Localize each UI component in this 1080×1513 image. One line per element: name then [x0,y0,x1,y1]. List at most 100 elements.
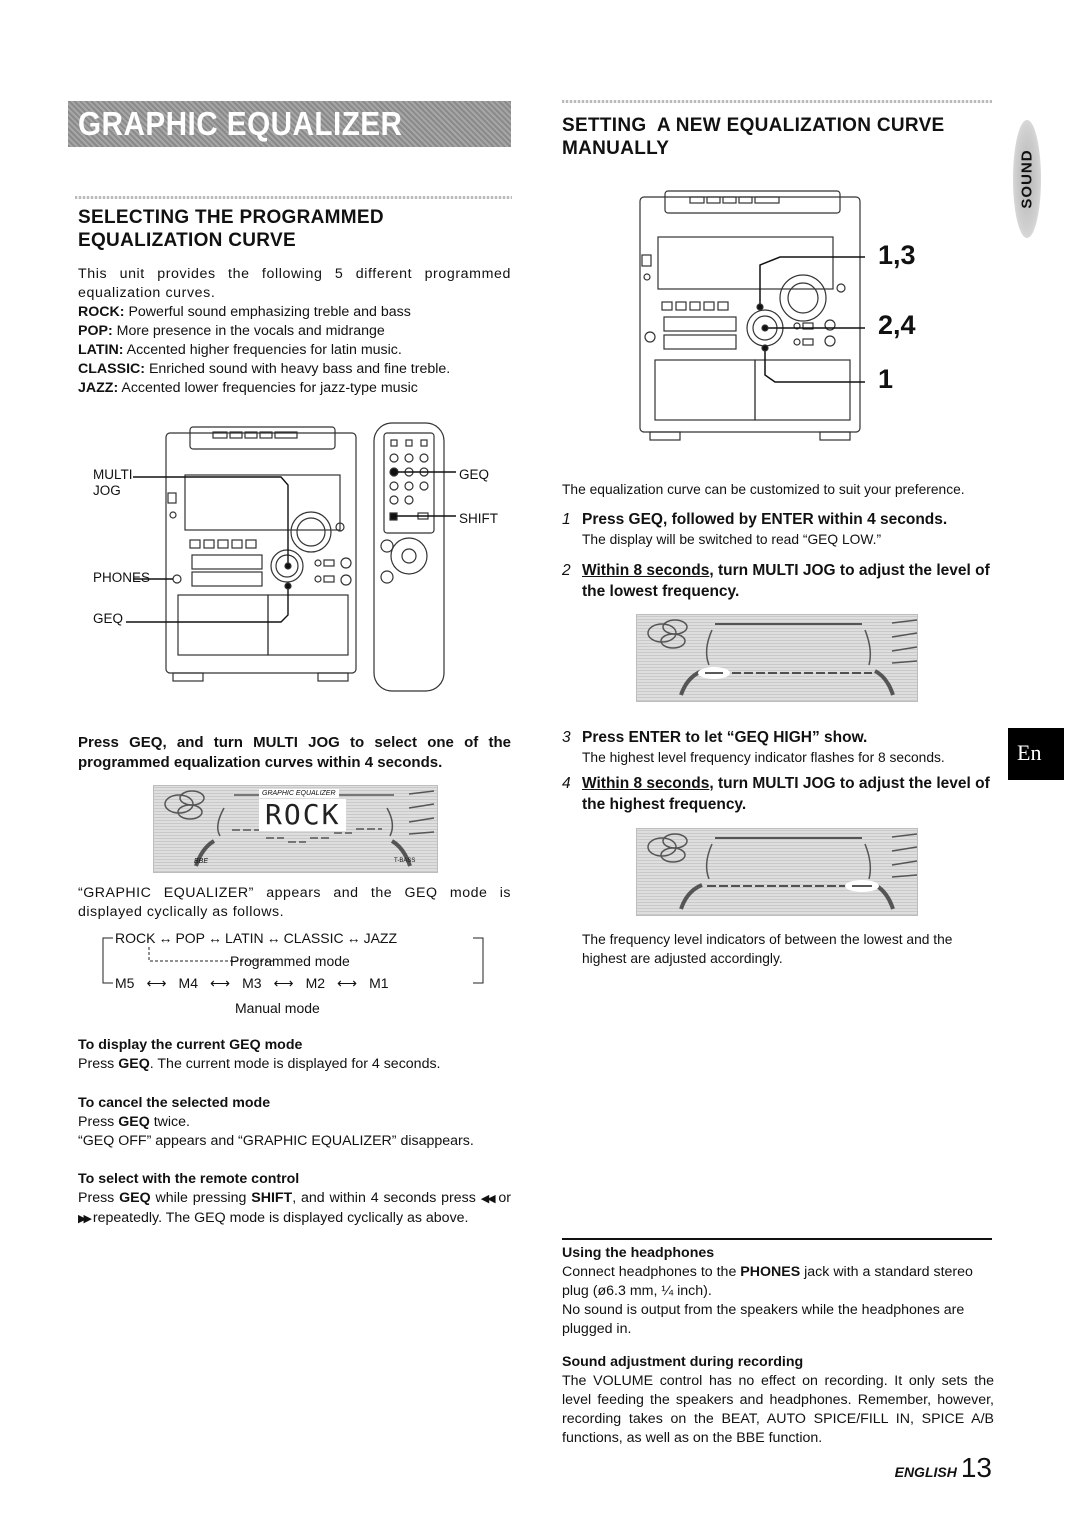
key-shift: SHIFT [251,1190,293,1206]
select-instruction: Press GEQ, and turn MULTI JOG to select … [78,734,511,771]
double-arrow-icon: ⟷ [273,975,294,991]
note-body-line2: No sound is output from the speakers whi… [562,1302,965,1337]
label-multi-jog: MULTI JOG [93,467,133,499]
curve-desc: Enriched sound with heavy bass and fine … [148,361,451,377]
right-intro: The equalization curve can be customized… [562,482,965,497]
double-arrow-icon: ⟷ [337,975,358,991]
banner-title: GRAPHIC EQUALIZER [78,105,403,142]
label-geq-unit: GEQ [93,611,124,626]
key-geq: GEQ [118,1114,150,1130]
section-banner: GRAPHIC EQUALIZER [68,101,511,147]
curve-name: POP: [78,323,113,339]
recording-note: Sound adjustment during recording The VO… [562,1353,994,1448]
mode-classic: CLASSIC [283,930,344,946]
curve-name: LATIN: [78,342,124,358]
sound-section-tab: SOUND [1013,120,1041,238]
label-shift: SHIFT [459,511,498,526]
manual-cycle-row: M5 ⟷ M4 ⟷ M3 ⟷ M2 ⟷ M1 [115,975,389,992]
right-heading: SETTING A NEW EQUALIZATION CURVE MANUALL… [562,114,994,160]
page-number: 13 [960,1452,992,1483]
label-phones: PHONES [93,570,151,585]
curve-item: JAZZ: Accented lower frequencies for jaz… [78,379,511,398]
curve-list: ROCK: Powerful sound emphasizing treble … [78,303,511,398]
curve-item: LATIN: Accented higher frequencies for l… [78,341,511,360]
language-tab: En [1008,728,1064,780]
subsection-title: To select with the remote control [78,1171,300,1187]
step-number: 3 [562,729,571,746]
subsection-body: Press GEQ while pressing SHIFT, and with… [78,1189,511,1229]
text: while pressing [150,1190,252,1206]
lcd-caption: GRAPHIC EQUALIZER [259,789,339,798]
lcd-display-rock: GRAPHIC EQUALIZER ROCK BBE T-BASS [153,785,438,873]
text: twice. [149,1114,190,1130]
note-body: Connect headphones to the PHONES jack wi… [562,1263,994,1301]
step-4: 4 Within 8 seconds, turn MULTI JOG to adj… [562,773,994,815]
step-emphasis: Within 8 seconds [582,562,710,579]
left-heading: SELECTING THE PROGRAMMED EQUALIZATION CU… [78,206,384,252]
step-note: The highest level frequency indicator fl… [582,750,945,765]
after-lcd-text: “GRAPHIC EQUALIZER” appears and the GEQ … [78,885,511,920]
curve-name: JAZZ: [78,380,119,396]
mode-jazz: JAZZ [363,930,398,946]
curve-item: ROCK: Powerful sound emphasizing treble … [78,303,511,322]
mode-latin: LATIN [225,930,264,946]
double-arrow-icon: ↔ [158,930,173,946]
curve-desc: Accented lower frequencies for jazz-type… [121,380,418,396]
text: repeatedly. The GEQ mode is displayed cy… [92,1210,469,1226]
right-heading-line1: SETTING A NEW EQUALIZATION CURVE [562,115,945,136]
dotted-rule [75,196,512,199]
text: Connect headphones to the [562,1264,741,1280]
callout-2-4: 2,4 [878,310,916,340]
remote-select-section: To select with the remote control Press … [78,1170,511,1229]
sound-tab-label: SOUND [1018,149,1036,209]
step-number: 1 [562,511,571,528]
cancel-mode-section: To cancel the selected mode Press GEQ tw… [78,1094,518,1151]
text: . The current mode is displayed for 4 se… [149,1056,441,1072]
mode-m5: M5 [115,975,135,991]
curve-item: POP: More presence in the vocals and mid… [78,322,511,341]
notes-divider [562,1238,992,1240]
step-3: 3 Press ENTER to let “GEQ HIGH” show. The… [562,727,994,767]
double-arrow-icon: ⟷ [146,975,167,991]
mode-m1: M1 [369,975,389,991]
fast-forward-icon: ▶▶ [78,1213,92,1225]
double-arrow-icon: ↔ [346,930,361,946]
subsection-body: Press GEQ. The current mode is displayed… [78,1055,518,1074]
subsection-title: To cancel the selected mode [78,1095,271,1111]
curve-desc: Powerful sound emphasizing treble and ba… [128,304,411,320]
lcd-display-geq-low [636,614,918,702]
step-text: Press ENTER to let “GEQ HIGH” show. [582,729,868,746]
lcd-bbe: BBE [194,858,209,865]
mode-m3: M3 [242,975,262,991]
curve-item: CLASSIC: Enriched sound with heavy bass … [78,360,511,379]
note-title: Sound adjustment during recording [562,1354,804,1370]
lcd-mode-text: ROCK [259,799,347,831]
intro-text: This unit provides the following 5 diffe… [78,266,511,301]
dotted-rule-right [562,100,992,103]
label-multi: MULTI [93,467,133,482]
text: , and within 4 seconds press [292,1190,476,1206]
note-body: The VOLUME control has no effect on reco… [562,1373,994,1446]
lcd-tbass: T-BASS [394,858,416,864]
step-emphasis: Within 8 seconds [582,775,710,792]
programmed-mode-label: Programmed mode [230,953,350,969]
subsection-body-line2: “GEQ OFF” appears and “GRAPHIC EQUALIZER… [78,1133,474,1149]
step-text: Press GEQ, followed by ENTER within 4 se… [582,511,948,528]
after-steps-text: The frequency level indicators of betwee… [582,932,953,966]
text: Press [78,1114,119,1130]
footer-language: ENGLISH [894,1464,957,1480]
text: Press [78,1056,119,1072]
curve-name: CLASSIC: [78,361,145,377]
step-number: 4 [562,775,571,792]
page-footer: ENGLISH 13 [895,1452,992,1484]
rewind-icon: ◀◀ [480,1193,497,1205]
double-arrow-icon: ⟷ [209,975,231,991]
callout-1: 1 [878,364,894,394]
left-heading-line1: SELECTING THE PROGRAMMED [78,207,384,228]
language-tab-label: En [1017,740,1042,765]
mode-cycle-diagram: ROCK ↔ POP ↔ LATIN ↔ CLASSIC ↔ JAZZ Programmed m… [95,928,495,1020]
key-geq: GEQ [118,1056,150,1072]
mode-m4: M4 [178,975,198,991]
label-jog: JOG [93,483,121,498]
stereo-unit-body [165,432,357,674]
